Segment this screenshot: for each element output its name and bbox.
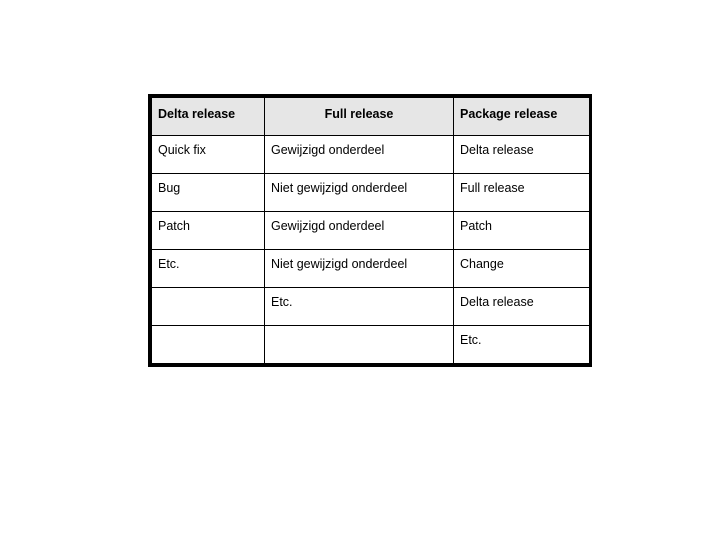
table-row: Etc. Delta release (151, 287, 590, 326)
column-header-delta-release: Delta release (151, 97, 265, 136)
cell-delta-release: Quick fix (151, 135, 265, 174)
cell-delta-release: Patch (151, 211, 265, 250)
cell-package-release: Change (453, 249, 590, 288)
column-header-package-release: Package release (453, 97, 590, 136)
slide-canvas: Delta release Full release Package relea… (0, 0, 720, 540)
cell-full-release: Etc. (264, 287, 454, 326)
release-table: Delta release Full release Package relea… (151, 97, 590, 364)
cell-delta-release: Etc. (151, 249, 265, 288)
cell-full-release: Gewijzigd onderdeel (264, 211, 454, 250)
table-row: Patch Gewijzigd onderdeel Patch (151, 211, 590, 250)
cell-full-release: Niet gewijzigd onderdeel (264, 249, 454, 288)
cell-package-release: Delta release (453, 287, 590, 326)
table-row: Etc. (151, 325, 590, 364)
release-comparison-table: Delta release Full release Package relea… (148, 94, 592, 367)
table-row: Quick fix Gewijzigd onderdeel Delta rele… (151, 135, 590, 174)
cell-package-release: Delta release (453, 135, 590, 174)
cell-delta-release: Bug (151, 173, 265, 212)
cell-delta-release-empty (151, 287, 265, 326)
cell-package-release: Full release (453, 173, 590, 212)
table-header: Delta release Full release Package relea… (151, 97, 590, 136)
table-row: Etc. Niet gewijzigd onderdeel Change (151, 249, 590, 288)
cell-package-release: Patch (453, 211, 590, 250)
cell-full-release: Gewijzigd onderdeel (264, 135, 454, 174)
table-header-row: Delta release Full release Package relea… (151, 97, 590, 136)
table-body: Quick fix Gewijzigd onderdeel Delta rele… (151, 135, 590, 364)
cell-full-release-empty (264, 325, 454, 364)
table-row: Bug Niet gewijzigd onderdeel Full releas… (151, 173, 590, 212)
column-header-full-release: Full release (264, 97, 454, 136)
cell-delta-release-empty (151, 325, 265, 364)
cell-package-release: Etc. (453, 325, 590, 364)
cell-full-release: Niet gewijzigd onderdeel (264, 173, 454, 212)
